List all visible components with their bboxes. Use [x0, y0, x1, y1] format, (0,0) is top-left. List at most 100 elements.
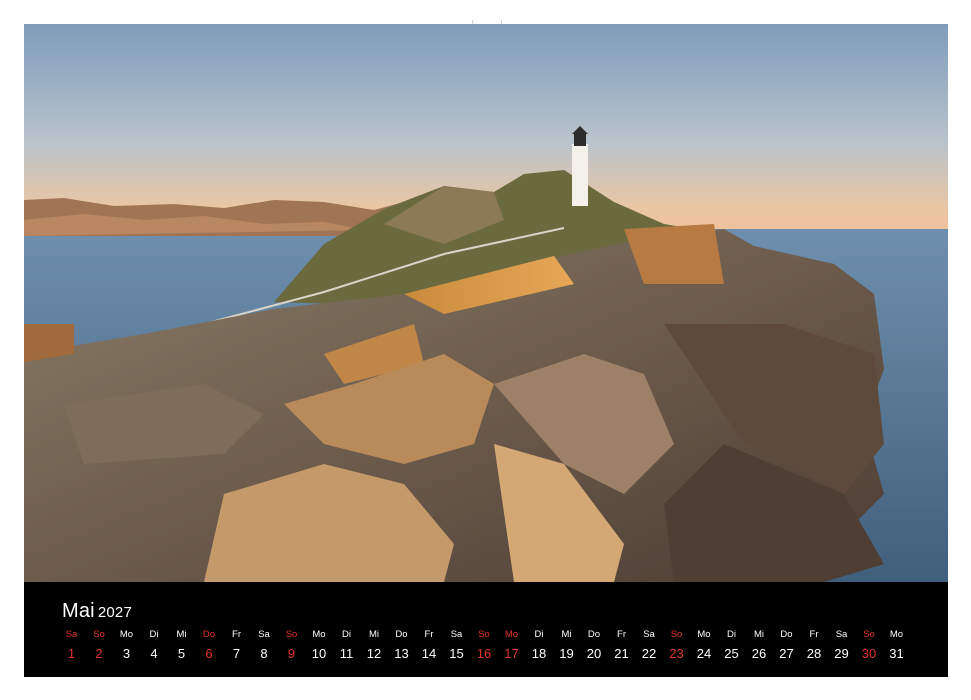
calendar-photo: [24, 24, 948, 582]
day-number: 16: [476, 646, 492, 661]
day-cell: Sa 22: [636, 628, 663, 662]
day-number: 26: [751, 646, 767, 661]
weekday-label: Di: [534, 629, 544, 640]
day-cell: Fr 21: [608, 628, 635, 662]
weekday-label: So: [93, 629, 105, 640]
day-cell: Fr 7: [223, 628, 250, 662]
day-cell: Do 20: [581, 628, 608, 662]
day-cell: Mi 12: [361, 628, 388, 662]
day-cell: Mi 26: [746, 628, 773, 662]
day-cell: Mo 17: [498, 628, 525, 662]
day-number: 1: [67, 646, 76, 661]
day-number: 25: [724, 646, 739, 661]
day-cell: Mo 24: [691, 628, 718, 662]
weekday-label: So: [478, 629, 490, 640]
day-number: 6: [205, 646, 213, 661]
day-cell: Sa 29: [828, 628, 855, 662]
day-number: 5: [177, 646, 186, 661]
day-number: 20: [586, 646, 602, 661]
day-cell: Mi 5: [168, 628, 195, 662]
day-number: 11: [339, 646, 354, 661]
day-number: 3: [122, 646, 131, 661]
weekday-label: Do: [395, 629, 408, 640]
day-cell: So 23: [663, 628, 690, 662]
day-number: 19: [559, 646, 574, 661]
month-year: 2027: [97, 604, 132, 621]
day-number: 10: [311, 646, 327, 661]
day-cell: Mi 19: [553, 628, 580, 662]
day-number: 7: [232, 646, 241, 661]
weekday-label: Mi: [561, 629, 572, 640]
weekday-label: Sa: [65, 629, 78, 640]
day-cell: Sa 1: [58, 628, 85, 662]
calendar-strip: Mai 2027 Sa 1 So 2 Mo 3 Di 4 Mi 5 Do 6 Fr 7 Sa 8 So 9 Mo 10 D…: [24, 582, 948, 677]
day-cell: Sa 15: [443, 628, 470, 662]
day-cell: Mo 31: [883, 628, 910, 662]
weekday-label: Mo: [889, 629, 904, 640]
day-number: 9: [287, 646, 296, 661]
day-cell: So 30: [856, 628, 883, 662]
weekday-label: Di: [727, 629, 736, 640]
weekday-label: Sa: [643, 629, 655, 640]
day-cell: Di 18: [526, 628, 553, 662]
day-number: 8: [260, 646, 268, 661]
day-cell: Fr 14: [416, 628, 443, 662]
weekday-label: Sa: [835, 629, 848, 640]
day-number: 31: [889, 646, 904, 661]
day-cell: Di 25: [718, 628, 745, 662]
weekday-label: Mo: [504, 629, 519, 640]
day-number: 30: [861, 646, 877, 661]
weekday-label: Mo: [312, 629, 326, 640]
day-number: 29: [834, 646, 849, 661]
month-title: Mai 2027: [62, 600, 132, 623]
day-cell: Fr 28: [801, 628, 828, 662]
day-cell: Mo 10: [306, 628, 333, 662]
weekday-label: Mi: [176, 629, 187, 640]
weekday-label: Do: [780, 629, 793, 640]
day-cell: So 2: [86, 628, 113, 662]
weekday-label: Mo: [697, 629, 711, 640]
day-number: 22: [641, 646, 657, 661]
day-cell: Di 4: [141, 628, 168, 662]
weekday-label: So: [285, 629, 298, 640]
day-number: 14: [421, 646, 437, 661]
day-number: 28: [806, 646, 822, 661]
day-cell: Do 27: [773, 628, 800, 662]
day-cell: So 9: [278, 628, 305, 662]
day-number: 2: [95, 646, 103, 661]
day-number: 12: [366, 646, 382, 661]
day-number: 17: [504, 646, 519, 661]
month-name: Mai: [62, 600, 95, 622]
day-number: 21: [614, 646, 629, 661]
weekday-label: Do: [202, 629, 216, 640]
day-number: 13: [394, 646, 409, 661]
weekday-label: Fr: [809, 629, 819, 640]
weekday-label: Di: [149, 629, 159, 640]
weekday-label: Di: [342, 629, 351, 640]
day-number: 24: [696, 646, 712, 661]
day-cell: Do 13: [388, 628, 415, 662]
day-number: 4: [150, 646, 158, 661]
day-cell: Di 11: [333, 628, 360, 662]
weekday-label: Mo: [119, 629, 134, 640]
weekday-label: Sa: [258, 629, 270, 640]
day-grid: Sa 1 So 2 Mo 3 Di 4 Mi 5 Do 6 Fr 7 Sa 8 So 9 Mo 10 Di 11 Mi 12 D…: [58, 628, 918, 668]
weekday-label: Sa: [450, 629, 463, 640]
weekday-label: Fr: [617, 629, 626, 640]
weekday-label: Mi: [368, 629, 380, 640]
day-cell: So 16: [471, 628, 498, 662]
weekday-label: So: [670, 629, 683, 640]
weekday-label: Fr: [424, 629, 434, 640]
weekday-label: Do: [587, 629, 601, 640]
day-number: 18: [531, 646, 547, 661]
day-cell: Do 6: [196, 628, 223, 662]
day-cell: Mo 3: [113, 628, 140, 662]
day-number: 27: [779, 646, 794, 661]
landscape-image: [24, 24, 948, 582]
weekday-label: Fr: [232, 629, 241, 640]
weekday-label: So: [863, 629, 875, 640]
day-number: 23: [669, 646, 684, 661]
weekday-label: Mi: [753, 629, 765, 640]
day-number: 15: [449, 646, 464, 661]
day-cell: Sa 8: [251, 628, 278, 662]
